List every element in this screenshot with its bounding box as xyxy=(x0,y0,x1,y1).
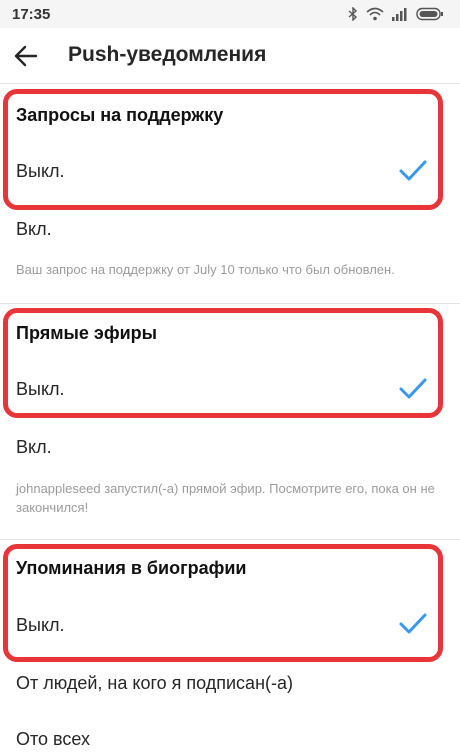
hint-live-broadcasts: johnappleseed запустил(-а) прямой эфир. … xyxy=(16,481,435,515)
status-time: 17:35 xyxy=(12,5,51,23)
checkmark-icon xyxy=(399,160,427,181)
option-support-on[interactable]: Вкл. xyxy=(16,219,52,240)
checkmark-icon xyxy=(399,378,427,399)
section-title-live-broadcasts: Прямые эфиры xyxy=(16,323,158,343)
battery-icon xyxy=(416,7,443,21)
divider xyxy=(0,539,460,540)
option-live-on[interactable]: Вкл. xyxy=(16,437,52,458)
status-icons xyxy=(348,7,444,21)
option-mentions-following[interactable]: От людей, на кого я подписан(-а) xyxy=(16,673,293,694)
app-bar: Push-уведомления xyxy=(0,28,460,84)
signal-icon xyxy=(392,8,407,21)
option-live-off[interactable]: Выкл. xyxy=(16,379,65,400)
option-mentions-everyone[interactable]: Ото всех xyxy=(16,729,90,750)
checkmark-icon xyxy=(399,613,427,634)
bluetooth-icon xyxy=(348,7,358,21)
hint-support-requests: Ваш запрос на поддержку от July 10 тольк… xyxy=(16,262,395,277)
divider xyxy=(0,303,460,304)
option-mentions-off[interactable]: Выкл. xyxy=(16,615,65,636)
arrow-left-icon[interactable] xyxy=(12,42,40,70)
section-title-support-requests: Запросы на поддержку xyxy=(16,105,224,125)
option-support-off[interactable]: Выкл. xyxy=(16,161,65,182)
section-title-bio-mentions: Упоминания в биографии xyxy=(16,558,247,578)
status-bar: 17:35 xyxy=(0,0,460,28)
page-title: Push-уведомления xyxy=(68,43,267,66)
wifi-icon xyxy=(366,7,384,21)
